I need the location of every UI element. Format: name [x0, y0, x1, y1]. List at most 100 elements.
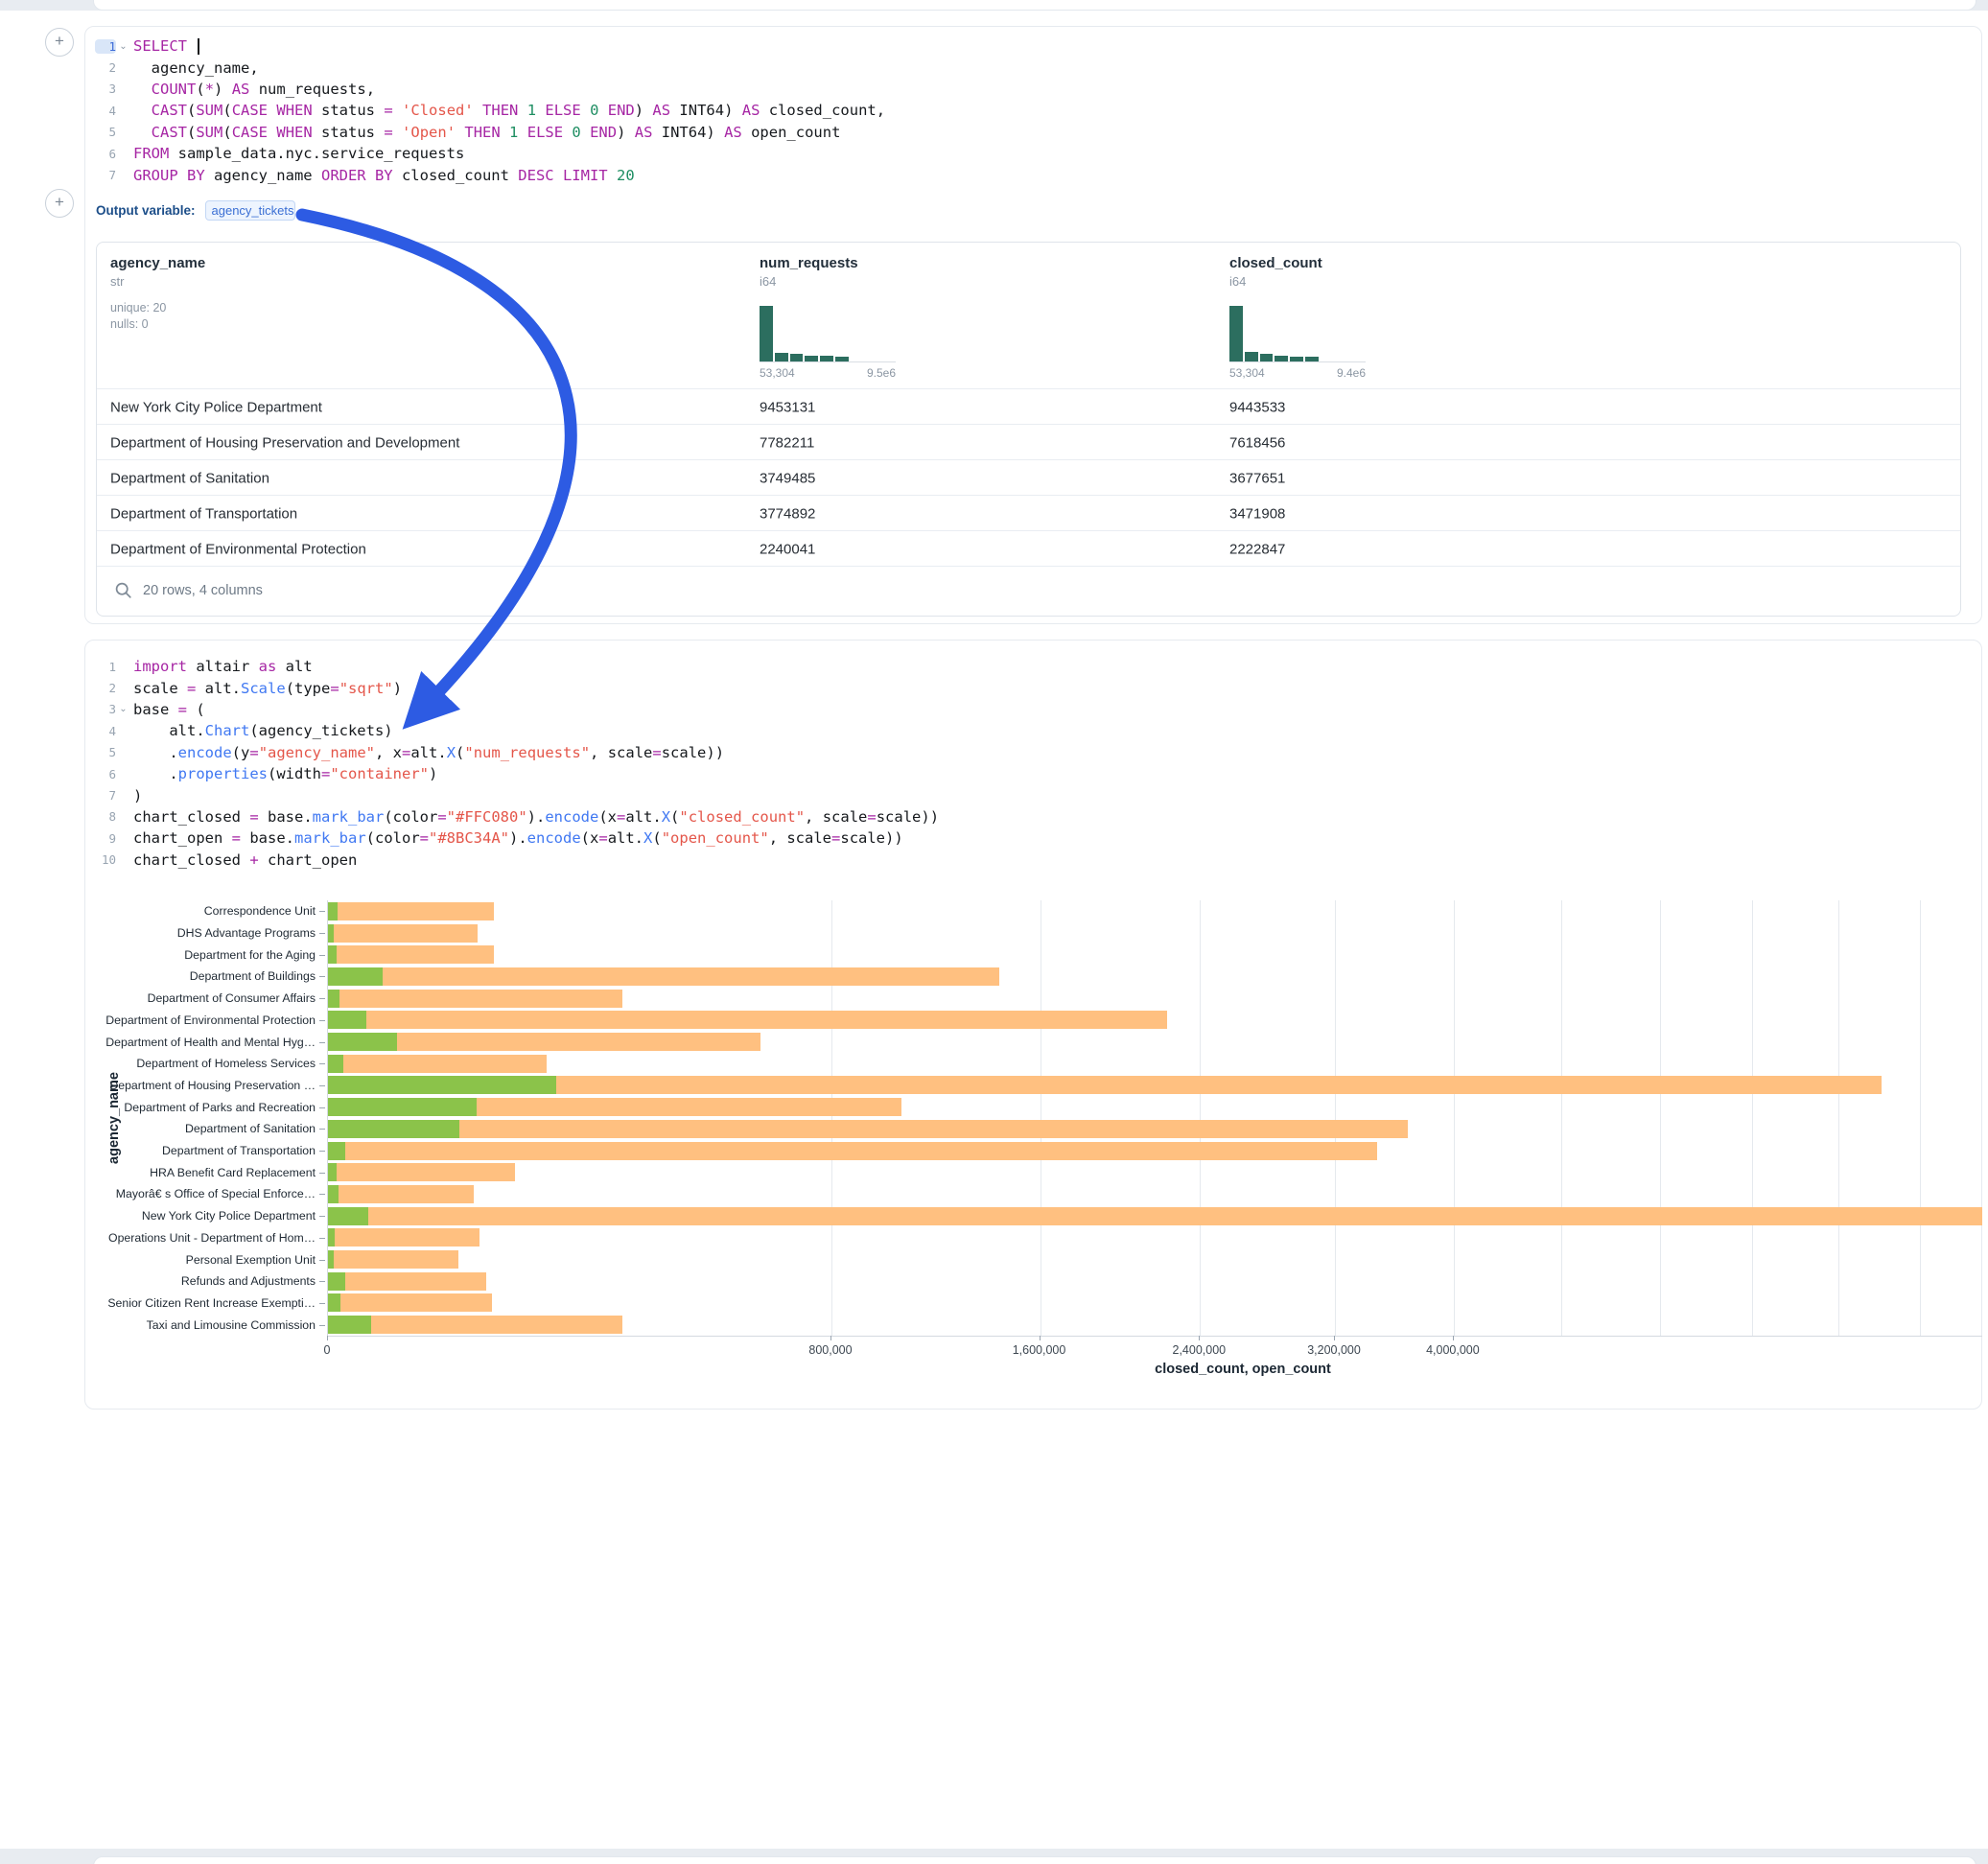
chart-bar-closed	[328, 990, 622, 1008]
histogram-bar	[1260, 354, 1274, 361]
search-icon[interactable]	[114, 581, 133, 600]
chart-y-label: Department of Consumer Affairs	[85, 991, 316, 1005]
code-text[interactable]: FROM sample_data.nyc.service_requests	[130, 145, 464, 162]
code-line[interactable]: 10chart_closed + chart_open	[95, 850, 939, 871]
chart-y-tick	[319, 1260, 325, 1261]
code-token: properties	[178, 765, 268, 782]
code-text[interactable]: chart_open = base.mark_bar(color="#8BC34…	[130, 829, 903, 847]
chart-y-tick	[319, 1216, 325, 1217]
code-text[interactable]: SELECT	[130, 37, 199, 55]
chart-bar-open	[328, 924, 334, 943]
code-text[interactable]: chart_closed + chart_open	[130, 851, 357, 869]
code-text[interactable]: base = (	[130, 701, 205, 718]
code-token: =	[437, 808, 446, 826]
chart-bar-open	[328, 1033, 397, 1051]
fold-chevron-icon[interactable]: ⌄	[116, 41, 130, 52]
chart-bar-open	[328, 902, 338, 920]
cell-closed-count: 9443533	[1229, 399, 1285, 415]
code-token: altair	[187, 658, 259, 675]
add-cell-button[interactable]: +	[45, 189, 74, 218]
table-row[interactable]: Department of Transportation377489234719…	[97, 495, 1960, 531]
code-line[interactable]: 7GROUP BY agency_name ORDER BY closed_co…	[95, 164, 885, 185]
chart-y-tick	[319, 1063, 325, 1064]
code-line[interactable]: 3⌄base = (	[95, 699, 939, 720]
code-line[interactable]: 5 .encode(y="agency_name", x=alt.X("num_…	[95, 742, 939, 763]
code-text[interactable]: .encode(y="agency_name", x=alt.X("num_re…	[130, 744, 724, 761]
code-token	[133, 102, 152, 119]
code-token: (color	[384, 808, 437, 826]
code-line[interactable]: 6FROM sample_data.nyc.service_requests	[95, 143, 885, 164]
code-token: )	[393, 680, 402, 697]
code-line[interactable]: 8chart_closed = base.mark_bar(color="#FF…	[95, 806, 939, 827]
chart-bar-open	[328, 1076, 556, 1094]
chart-y-tick	[319, 1325, 325, 1326]
code-token	[133, 81, 152, 98]
code-text[interactable]: CAST(SUM(CASE WHEN status = 'Closed' THE…	[130, 102, 885, 119]
table-row[interactable]: Department of Environmental Protection22…	[97, 530, 1960, 567]
code-token: status	[313, 102, 385, 119]
code-token: , scale	[769, 829, 831, 847]
code-token: encode	[178, 744, 232, 761]
fold-chevron-icon[interactable]: ⌄	[116, 704, 130, 714]
cell-agency-name: Department of Environmental Protection	[110, 541, 366, 557]
histogram-bar	[1290, 357, 1303, 361]
table-row[interactable]: New York City Police Department945313194…	[97, 388, 1960, 425]
line-number: 1	[95, 39, 116, 54]
code-text[interactable]: CAST(SUM(CASE WHEN status = 'Open' THEN …	[130, 124, 840, 141]
code-line[interactable]: 6 .properties(width="container")	[95, 763, 939, 784]
code-text[interactable]: COUNT(*) AS num_requests,	[130, 81, 375, 98]
code-token	[456, 124, 464, 141]
chart-bar-closed	[328, 1272, 486, 1291]
add-cell-button[interactable]: +	[45, 28, 74, 57]
code-token: =	[617, 808, 625, 826]
code-token: encode	[545, 808, 598, 826]
code-token	[393, 102, 402, 119]
code-line[interactable]: 1⌄SELECT	[95, 35, 885, 57]
histogram-min-label: 53,304	[1229, 366, 1265, 380]
column-header-closed-count[interactable]: closed_count i64 53,304 9.4e6	[1229, 255, 1366, 380]
code-text[interactable]: chart_closed = base.mark_bar(color="#FFC…	[130, 808, 939, 826]
chart-y-label: DHS Advantage Programs	[85, 926, 316, 940]
table-row[interactable]: Department of Sanitation37494853677651	[97, 459, 1960, 496]
code-line[interactable]: 2scale = alt.Scale(type="sqrt")	[95, 677, 939, 698]
output-variable-label: Output variable:	[96, 203, 196, 218]
chart-bar-closed	[328, 1142, 1377, 1160]
code-token	[554, 167, 563, 184]
code-text[interactable]: agency_name,	[130, 59, 259, 77]
code-text[interactable]: scale = alt.Scale(type="sqrt")	[130, 680, 402, 697]
code-line[interactable]: 9chart_open = base.mark_bar(color="#8BC3…	[95, 827, 939, 849]
code-token: base.	[241, 829, 294, 847]
column-header-agency-name[interactable]: agency_name str unique: 20 nulls: 0	[110, 255, 205, 331]
code-line[interactable]: 5 CAST(SUM(CASE WHEN status = 'Open' THE…	[95, 122, 885, 143]
chart-y-tick	[319, 1129, 325, 1130]
code-line[interactable]: 2 agency_name,	[95, 57, 885, 78]
code-text[interactable]: )	[130, 787, 142, 804]
chart-y-tick	[319, 911, 325, 912]
python-code-editor[interactable]: 1import altair as alt2scale = alt.Scale(…	[95, 656, 939, 871]
column-header-num-requests[interactable]: num_requests i64 53,304 9.5e6	[760, 255, 896, 380]
code-line[interactable]: 7)	[95, 784, 939, 805]
code-line[interactable]: 4 CAST(SUM(CASE WHEN status = 'Closed' T…	[95, 100, 885, 121]
code-text[interactable]: GROUP BY agency_name ORDER BY closed_cou…	[130, 167, 635, 184]
code-token: closed_count	[393, 167, 519, 184]
code-token: )	[429, 765, 437, 782]
code-line[interactable]: 1import altair as alt	[95, 656, 939, 677]
sql-code-editor[interactable]: 1⌄SELECT 2 agency_name,3 COUNT(*) AS num…	[95, 35, 885, 186]
code-token	[598, 102, 607, 119]
chart-y-tick	[319, 1151, 325, 1152]
code-line[interactable]: 3 COUNT(*) AS num_requests,	[95, 79, 885, 100]
chart-bar-open	[328, 1163, 337, 1181]
code-token: agency_name	[205, 167, 321, 184]
table-row[interactable]: Department of Housing Preservation and D…	[97, 424, 1960, 460]
code-token: import	[133, 658, 187, 675]
code-line[interactable]: 4 alt.Chart(agency_tickets)	[95, 720, 939, 741]
code-text[interactable]: import altair as alt	[130, 658, 313, 675]
cell-closed-count: 3471908	[1229, 505, 1285, 522]
code-token: 'Closed'	[402, 102, 474, 119]
code-text[interactable]: alt.Chart(agency_tickets)	[130, 722, 393, 739]
chart-y-label: Mayorâ€ s Office of Special Enforce…	[85, 1187, 316, 1200]
code-token: )	[617, 124, 635, 141]
code-token: base	[133, 701, 178, 718]
code-text[interactable]: .properties(width="container")	[130, 765, 437, 782]
output-variable-chip[interactable]: agency_tickets	[205, 200, 295, 221]
